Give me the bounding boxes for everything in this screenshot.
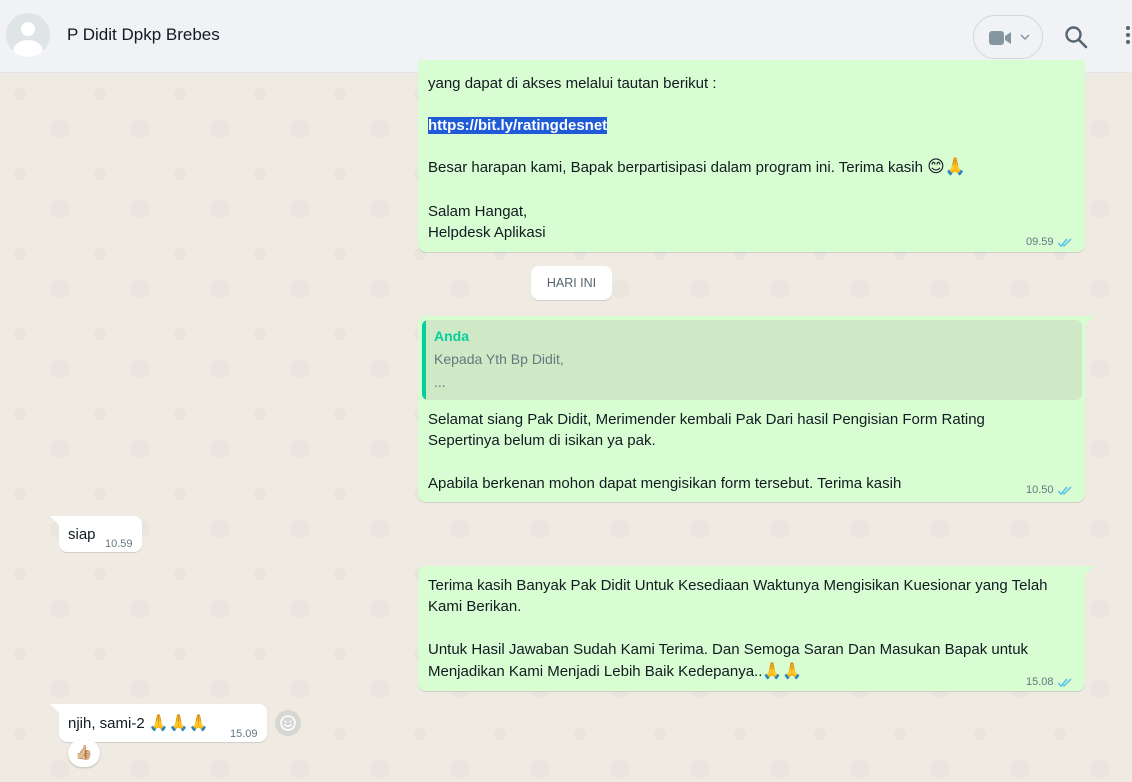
message-text-segment: njih, sami-2	[68, 715, 145, 732]
chevron-down-icon	[1020, 34, 1030, 41]
read-ticks-icon	[1057, 486, 1072, 495]
avatar[interactable]	[6, 13, 50, 57]
message-text: Selamat siang Pak Didit, Merimender kemb…	[428, 411, 985, 428]
message-text: Salam Hangat,	[428, 203, 528, 220]
bubble-tail	[1085, 316, 1094, 325]
message-bubble-outgoing[interactable]: Terima kasih Banyak Pak Didit Untuk Kese…	[418, 566, 1085, 691]
message-text: yang dapat di akses melalui tautan berik…	[428, 75, 717, 92]
message-text: Sepertinya belum di isikan ya pak.	[428, 432, 656, 449]
message-text: Menjadikan Kami Menjadi Lebih Baik Kedep…	[428, 660, 802, 682]
smile-emoji-icon: 😊	[927, 157, 945, 177]
react-emoji-button[interactable]	[275, 710, 301, 736]
quote-accent-bar	[422, 320, 426, 400]
message-meta: 15.08	[1026, 672, 1074, 693]
pray-emoji-icon: 🙏🙏	[762, 661, 803, 680]
message-text: Besar harapan kami, Bapak berpartisipasi…	[428, 157, 966, 178]
read-ticks-icon	[1057, 238, 1072, 248]
message-text-segment: Besar harapan kami, Bapak berpartisipasi…	[428, 159, 923, 176]
message-text: Untuk Hasil Jawaban Sudah Kami Terima. D…	[428, 641, 1029, 658]
message-bubble-incoming[interactable]: njih, sami-2 🙏🙏🙏 15.09	[59, 704, 267, 742]
smiley-icon	[280, 715, 296, 731]
pray-emoji-icon: 🙏	[944, 157, 967, 177]
message-text: Kami Berikan.	[428, 598, 522, 615]
avatar-head-shape	[21, 22, 35, 36]
message-bubble-outgoing[interactable]: yang dapat di akses melalui tautan berik…	[418, 60, 1085, 252]
menu-icon[interactable]	[1124, 24, 1132, 50]
link-text[interactable]: https://bit.ly/ratingdesnet	[428, 117, 608, 134]
message-text: Helpdesk Aplikasi	[428, 224, 546, 241]
pray-emoji-icon: 🙏🙏🙏	[148, 713, 209, 732]
message-time: 15.08	[1026, 676, 1054, 688]
message-time: 10.59	[105, 538, 133, 550]
bubble-tail	[50, 516, 59, 525]
bubble-tail	[1085, 566, 1094, 575]
message-time: 15.09	[230, 728, 258, 740]
video-call-button[interactable]	[973, 15, 1043, 59]
message-text-segment: Menjadikan Kami Menjadi Lebih Baik Kedep…	[428, 663, 763, 680]
message-bubble-incoming[interactable]: siap 10.59	[59, 516, 142, 552]
video-call-icon	[989, 31, 1011, 45]
message-text: Terima kasih Banyak Pak Didit Untuk Kese…	[428, 577, 1048, 594]
search-icon[interactable]	[1063, 24, 1089, 50]
contact-name[interactable]: P Didit Dpkp Brebes	[67, 25, 220, 45]
read-ticks-icon	[1057, 678, 1072, 688]
message-meta: 10.50	[1026, 484, 1074, 496]
date-separator: HARI INI	[531, 266, 612, 300]
quote-text: Kepada Yth Bp Didit,	[434, 351, 564, 367]
avatar-body-shape	[13, 40, 43, 57]
message-text: njih, sami-2 🙏🙏🙏	[68, 712, 209, 734]
message-reaction[interactable]: 👍🏼	[68, 739, 100, 767]
quote-text: ...	[434, 374, 446, 390]
quoted-message[interactable]: Anda Kepada Yth Bp Didit, ...	[422, 320, 1082, 400]
message-time: 10.50	[1026, 484, 1054, 496]
quote-author: Anda	[434, 328, 469, 344]
message-link[interactable]: https://bit.ly/ratingdesnet	[428, 115, 608, 136]
message-text: Apabila berkenan mohon dapat mengisikan …	[428, 475, 902, 492]
message-time: 09.59	[1026, 236, 1054, 248]
message-text: siap	[68, 526, 96, 543]
message-meta: 09.59	[1026, 232, 1074, 253]
thumbs-up-emoji-icon: 👍🏼	[75, 745, 93, 761]
bubble-tail	[50, 704, 59, 713]
